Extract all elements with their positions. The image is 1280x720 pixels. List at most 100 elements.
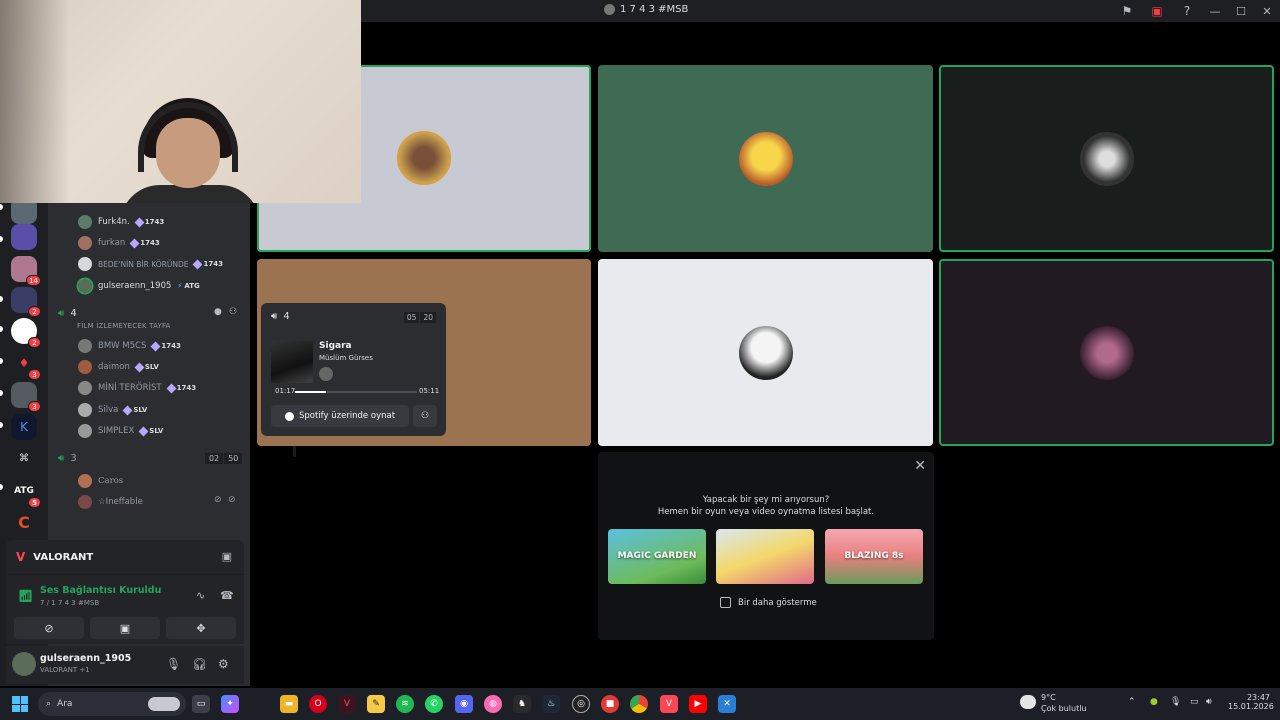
voice-user[interactable]: Furk4n. 1743 — [78, 213, 164, 231]
gem-icon — [122, 405, 133, 415]
spotify-popup: 🔊︎ 4 05 20 Sigara Müslüm Gürses 01:17 05:… — [261, 303, 446, 436]
unread-pill — [0, 390, 3, 396]
video-tile[interactable] — [939, 259, 1274, 446]
activities-button[interactable]: ✥ — [166, 617, 236, 639]
valorant-icon[interactable]: V — [338, 695, 356, 713]
game-card[interactable]: MAGIC GARDEN — [608, 529, 706, 584]
close-window-button[interactable]: ✕ — [1254, 0, 1280, 22]
avatar — [738, 325, 793, 380]
server-icon[interactable]: ⌘ — [11, 446, 37, 472]
gear-icon[interactable]: ⚙ — [218, 657, 229, 671]
server-icon[interactable]: 2 — [11, 287, 41, 317]
screen-share-button[interactable]: ▣ — [90, 617, 160, 639]
voice-user[interactable]: MİNİ TERÖRİST 1743 — [78, 379, 196, 397]
microphone-icon[interactable]: 🎙︎ — [1170, 697, 1181, 707]
track-artist[interactable]: Müslüm Gürses — [319, 354, 373, 362]
voice-user[interactable]: daimon SLV — [78, 358, 159, 376]
whatsapp-icon[interactable]: ✆ — [425, 695, 443, 713]
voice-status[interactable]: Ses Bağlantısı Kuruldu — [40, 585, 161, 596]
voice-user[interactable]: Silva SLV — [78, 401, 147, 419]
server-icon[interactable]: K — [11, 414, 37, 440]
dont-show-again-checkbox[interactable]: Bir daha gösterme — [720, 597, 817, 608]
microphone-icon[interactable]: 🎙︎ — [166, 657, 181, 671]
voice-user[interactable]: Caros — [78, 472, 123, 490]
voice-user[interactable]: gulseraenn_1905 ⚡ ATG — [78, 277, 200, 295]
server-tag: SLV — [134, 362, 159, 372]
steam-icon[interactable]: ♨ — [542, 695, 560, 713]
voice-user[interactable]: BEDE'NİN BİR KÖRÜNDE 1743 — [78, 255, 223, 273]
username[interactable]: gulseraenn_1905 — [40, 653, 131, 664]
notes-icon[interactable]: ✎ — [367, 695, 385, 713]
windows-icon[interactable] — [12, 696, 28, 712]
server-icon[interactable]: 2 — [11, 318, 41, 348]
minimize-button[interactable]: — — [1202, 0, 1228, 22]
notification-badge: 2 — [28, 306, 41, 317]
tray-app-icon[interactable]: ● — [1150, 697, 1158, 707]
volume-icon[interactable]: 🔊︎ — [1206, 697, 1212, 707]
gem-icon — [193, 259, 203, 269]
voice-user[interactable]: BMW M5CS 1743 — [78, 337, 181, 355]
taskbar-search[interactable]: ⌕ Ara — [38, 692, 186, 716]
copilot-icon[interactable]: ✦ — [221, 695, 239, 713]
screen-share-icon[interactable]: ▣ — [222, 550, 232, 563]
game-card[interactable]: BLAZING 8s — [825, 529, 923, 584]
video-tile[interactable] — [598, 65, 933, 252]
server-icon[interactable]: C — [11, 510, 37, 536]
file-explorer-icon[interactable]: ▬ — [280, 695, 298, 713]
inbox-icon[interactable]: ▣ — [1142, 0, 1172, 22]
windows-taskbar: ⌕ Ara ▭ ✦ ▬ O V ✎ ≋ ✆ ◉ ◍ ♞ ♨ ◎ ■ V ▶ ✕ … — [0, 688, 1280, 720]
chevron-up-icon[interactable]: ⌃ — [1128, 697, 1136, 707]
app-icon[interactable]: ■ — [601, 695, 619, 713]
user-panel: gulseraenn_1905 VALORANT +1 🎙︎ 🎧︎ ⚙ — [6, 646, 244, 684]
add-friend-button[interactable]: ⚇ — [413, 405, 437, 427]
spotify-icon[interactable]: ≋ — [396, 695, 414, 713]
server-icon[interactable]: 14 — [11, 256, 41, 286]
video-tile[interactable] — [939, 65, 1274, 252]
play-on-spotify-button[interactable]: Spotify üzerinde oynat — [271, 405, 409, 427]
task-view-icon[interactable]: ▭ — [192, 695, 210, 713]
voice-user[interactable]: furkan 1743 — [78, 234, 160, 252]
avatar — [397, 131, 451, 185]
help-icon[interactable]: ? — [1172, 0, 1202, 22]
clock[interactable]: 23:47 15.01.2026 — [1228, 693, 1274, 711]
discord-icon[interactable]: ◉ — [455, 695, 473, 713]
camera-button[interactable]: ⊘ — [14, 617, 84, 639]
notification-badge: 3 — [28, 369, 41, 380]
noise-suppression-icon[interactable]: ∿ — [196, 589, 205, 602]
server-icon[interactable]: 3 — [11, 382, 41, 412]
invite-icon[interactable]: ⚇ — [229, 307, 237, 317]
search-icon: ⌕ — [46, 699, 52, 709]
chat-icon[interactable]: ● — [214, 307, 222, 317]
youtube-icon[interactable]: ▶ — [689, 695, 707, 713]
voice-channel-4[interactable]: 🔊︎ 4 — [58, 305, 77, 321]
chrome-icon[interactable] — [630, 695, 648, 713]
voice-user-name: furkan — [98, 238, 126, 248]
track-title[interactable]: Sigara — [319, 341, 352, 351]
server-icon[interactable]: ATG 5 — [11, 478, 41, 508]
app-icon[interactable]: ♞ — [513, 695, 531, 713]
server-icon[interactable] — [11, 224, 37, 250]
voice-channel-name[interactable]: 7 / 1 7 4 3 #MSB — [40, 599, 99, 607]
network-icon[interactable]: ▭ — [1190, 697, 1199, 707]
riot-icon[interactable]: V — [660, 695, 678, 713]
server-tag: 1743 — [166, 383, 196, 393]
app-icon[interactable]: ◍ — [484, 695, 502, 713]
voice-user[interactable]: ☆Ineffable — [78, 493, 143, 511]
server-icon[interactable]: ♦ 3 — [11, 350, 41, 380]
obs-icon[interactable]: ◎ — [572, 695, 590, 713]
video-tile[interactable] — [598, 259, 933, 446]
maximize-button[interactable]: ☐ — [1228, 0, 1254, 22]
game-card[interactable] — [716, 529, 814, 584]
flag-icon[interactable]: ⚑ — [1112, 0, 1142, 22]
voice-channel-3[interactable]: 🔊︎ 3 — [58, 450, 77, 466]
disconnect-icon[interactable]: ☎ — [220, 589, 234, 602]
elapsed-time: 01:17 — [275, 387, 296, 395]
avatar[interactable] — [12, 652, 36, 676]
checkbox-box[interactable] — [720, 597, 731, 608]
close-icon[interactable]: ✕ — [914, 458, 926, 474]
opera-icon[interactable]: O — [309, 695, 327, 713]
unread-pill — [0, 484, 3, 490]
headphones-icon[interactable]: 🎧︎ — [192, 657, 207, 671]
app-icon[interactable]: ✕ — [718, 695, 736, 713]
voice-user[interactable]: SIMPLEX SLV — [78, 422, 163, 440]
